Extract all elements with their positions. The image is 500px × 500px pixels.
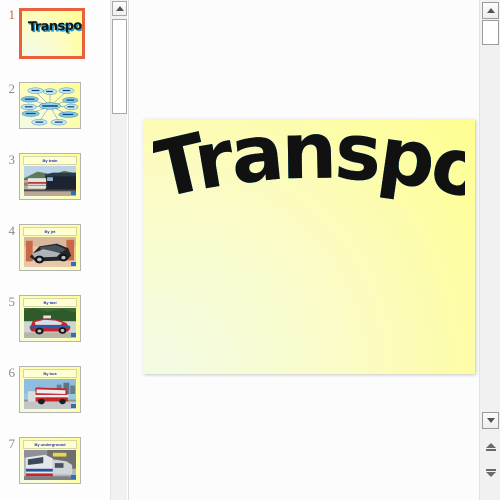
slide-title-7: By underground — [23, 440, 77, 449]
double-triangle-down-bar — [485, 469, 496, 471]
scroll-up-button[interactable] — [482, 2, 499, 19]
slide-photo-train — [24, 166, 76, 196]
slide-number-2: 2 — [8, 81, 16, 96]
slide-badge-6 — [71, 404, 76, 408]
slide-title-6: By bus — [23, 369, 77, 378]
slide-badge-5 — [71, 333, 76, 337]
slide-thumbnail-1[interactable]: 1 Transport — [0, 0, 106, 74]
wordart-transport[interactable]: Transport Transport Transport — [153, 125, 465, 240]
slide-photo-underground — [24, 450, 76, 480]
slide-number-6: 6 — [8, 365, 16, 380]
powerpoint-normal-view: 1 Transport 2 3 By train 4 By jet 5 By t… — [0, 0, 500, 500]
slide-photo-car — [24, 237, 76, 267]
scroll-down-button[interactable] — [482, 412, 499, 429]
current-slide-canvas[interactable]: Transport Transport Transport — [143, 119, 475, 374]
triangle-up-icon — [486, 8, 495, 13]
slide-thumbnail-image-6[interactable]: By bus — [19, 366, 81, 413]
slide-editor-scrollbar[interactable] — [479, 0, 500, 500]
slide-number-1: 1 — [8, 7, 16, 22]
slide-thumbnail-image-4[interactable]: By jet — [19, 224, 81, 271]
slide-number-3: 3 — [8, 152, 16, 167]
triangle-up-icon — [115, 6, 124, 11]
slide-thumbnail-image-3[interactable]: By train — [19, 153, 81, 200]
slide-thumbnail-image-7[interactable]: By underground — [19, 437, 81, 484]
slide-photo-bus — [24, 379, 76, 409]
thumbnail-scrollbar-thumb[interactable] — [112, 19, 127, 114]
slide-thumbnail-image-1[interactable]: Transport — [19, 8, 85, 59]
slide-title-5: By taxi — [23, 298, 77, 307]
next-slide-button[interactable] — [482, 462, 499, 484]
slide-thumbnail-4[interactable]: 4 By jet — [0, 216, 106, 287]
slide-badge-7 — [71, 475, 76, 479]
slide-title-wordart-1: Transport — [27, 18, 85, 35]
double-triangle-up-icon — [485, 443, 496, 448]
slide-photo-taxi — [24, 308, 76, 338]
mindmap-diagram — [20, 83, 80, 128]
slide-thumbnail-3[interactable]: 3 By train — [0, 145, 106, 216]
wordart-text: Transport — [153, 125, 465, 218]
slide-thumbnail-image-5[interactable]: By taxi — [19, 295, 81, 342]
thumbnail-scroll-up-button[interactable] — [112, 1, 127, 16]
slide-thumbnail-pane[interactable]: 1 Transport 2 3 By train 4 By jet 5 By t… — [0, 0, 106, 500]
slide-title-3: By train — [23, 156, 77, 165]
slide-editor-area[interactable]: Transport Transport Transport — [128, 0, 479, 500]
previous-slide-button[interactable] — [482, 436, 499, 458]
thumbnail-pane-scrollbar[interactable] — [110, 0, 127, 500]
slide-number-7: 7 — [8, 436, 16, 451]
triangle-down-icon — [486, 418, 495, 423]
slide-thumbnail-7[interactable]: 7 By underground — [0, 429, 106, 500]
slide-badge-4 — [71, 262, 76, 266]
double-triangle-up-bar — [485, 449, 496, 451]
slide-title-4: By jet — [23, 227, 77, 236]
slide-thumbnail-2[interactable]: 2 — [0, 74, 106, 145]
slide-thumbnail-5[interactable]: 5 By taxi — [0, 287, 106, 358]
double-triangle-down-icon — [485, 472, 496, 477]
slide-thumbnail-6[interactable]: 6 By bus — [0, 358, 106, 429]
slide-thumbnail-image-2[interactable] — [19, 82, 81, 129]
slide-badge-3 — [71, 191, 76, 195]
slide-number-5: 5 — [8, 294, 16, 309]
slide-number-4: 4 — [8, 223, 16, 238]
scrollbar-thumb[interactable] — [482, 20, 499, 45]
